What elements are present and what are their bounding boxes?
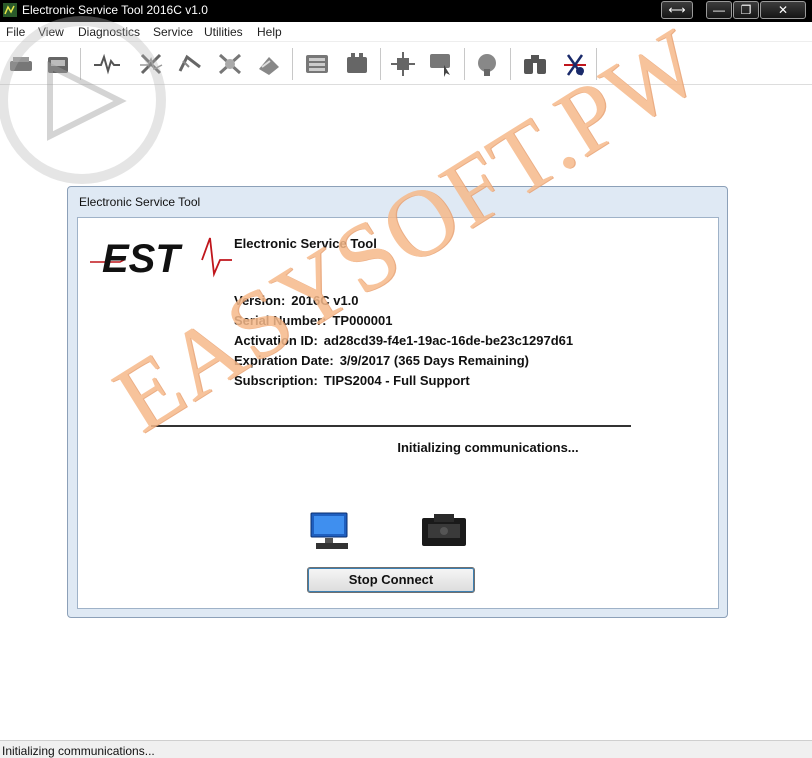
data-link-icon[interactable] — [342, 49, 372, 79]
toolbar-separator — [380, 48, 381, 80]
toolbar — [0, 43, 812, 85]
close-button[interactable]: ✕ — [760, 1, 806, 19]
expiration-row: Expiration Date: 3/9/2017 (365 Days Remai… — [234, 353, 529, 368]
clear-events-icon[interactable] — [254, 49, 284, 79]
status-bar: Initializing communications... — [0, 740, 812, 758]
version-value: 2016C v1.0 — [291, 293, 359, 308]
menu-service[interactable]: Service — [153, 25, 193, 39]
serial-value: TP000001 — [332, 313, 393, 328]
computer-icon — [310, 512, 348, 549]
serial-label: Serial Number: — [234, 313, 327, 328]
dialog-title: Electronic Service Tool — [79, 195, 201, 209]
dialog-heading: Electronic Service Tool — [234, 236, 377, 251]
menu-file[interactable]: File — [6, 25, 25, 39]
ecm-summary-icon[interactable] — [43, 49, 73, 79]
menu-help[interactable]: Help — [257, 25, 282, 39]
connect-icon[interactable] — [6, 49, 36, 79]
flash-icon[interactable] — [388, 49, 418, 79]
copy-configuration-icon[interactable] — [426, 49, 456, 79]
toolbar-separator — [80, 48, 81, 80]
active-diagnostic-icon[interactable] — [136, 49, 166, 79]
help-icon[interactable] — [560, 49, 590, 79]
minimize-button[interactable]: — — [706, 1, 732, 19]
est-logo: EST — [90, 237, 232, 278]
activation-value: ad28cd39-f4e1-19ac-16de-be23c1297d61 — [323, 333, 574, 348]
toolbar-separator — [464, 48, 465, 80]
expiration-label: Expiration Date: — [234, 353, 334, 368]
version-label: Version: — [234, 293, 286, 308]
subscription-row: Subscription: TIPS2004 - Full Support — [234, 373, 470, 388]
version-row: Version: 2016C v1.0 — [234, 293, 359, 308]
menu-bar: File View Diagnostics Service Utilities … — [0, 22, 812, 42]
activation-row: Activation ID: ad28cd39-f4e1-19ac-16de-be… — [234, 333, 573, 348]
menu-utilities[interactable]: Utilities — [204, 25, 243, 39]
maximize-button[interactable]: ❐ — [733, 1, 759, 19]
expiration-value: 3/9/2017 (365 Days Remaining) — [339, 353, 530, 368]
subscription-label: Subscription: — [234, 373, 318, 388]
ecm-device-icon — [422, 514, 466, 546]
subscription-value: TIPS2004 - Full Support — [323, 373, 470, 388]
status-message-row: Initializing communications... — [78, 440, 718, 455]
binoculars-icon[interactable] — [520, 49, 550, 79]
stop-connect-button[interactable]: Stop Connect — [307, 567, 475, 593]
about-dialog: Electronic Service Tool EST Electronic S… — [67, 186, 728, 618]
title-bar: Electronic Service Tool 2016C v1.0 ⟷ — ❐… — [0, 0, 812, 22]
configuration-icon[interactable] — [302, 49, 332, 79]
toolbar-separator — [510, 48, 511, 80]
svg-text:EST: EST — [102, 237, 183, 278]
serial-row: Serial Number: TP000001 — [234, 313, 392, 328]
events-icon[interactable] — [215, 49, 245, 79]
resize-toggle-button[interactable]: ⟷ — [661, 1, 693, 19]
status-bar-text: Initializing communications... — [2, 744, 155, 758]
menu-view[interactable]: View — [38, 25, 64, 39]
app-window: Electronic Service Tool 2016C v1.0 ⟷ — ❐… — [0, 0, 812, 758]
status-icon[interactable] — [92, 49, 122, 79]
menu-diagnostics[interactable]: Diagnostics — [78, 25, 140, 39]
app-icon — [3, 3, 17, 17]
toolbar-separator — [596, 48, 597, 80]
report-icon[interactable] — [472, 49, 502, 79]
status-message: Initializing communications... — [397, 440, 579, 455]
dialog-content: EST Electronic Service Tool Version: 2016… — [77, 217, 719, 609]
divider — [151, 425, 631, 427]
logged-diagnostic-icon[interactable] — [175, 49, 205, 79]
toolbar-separator — [292, 48, 293, 80]
activation-label: Activation ID: — [234, 333, 318, 348]
window-title: Electronic Service Tool 2016C v1.0 — [22, 3, 208, 17]
